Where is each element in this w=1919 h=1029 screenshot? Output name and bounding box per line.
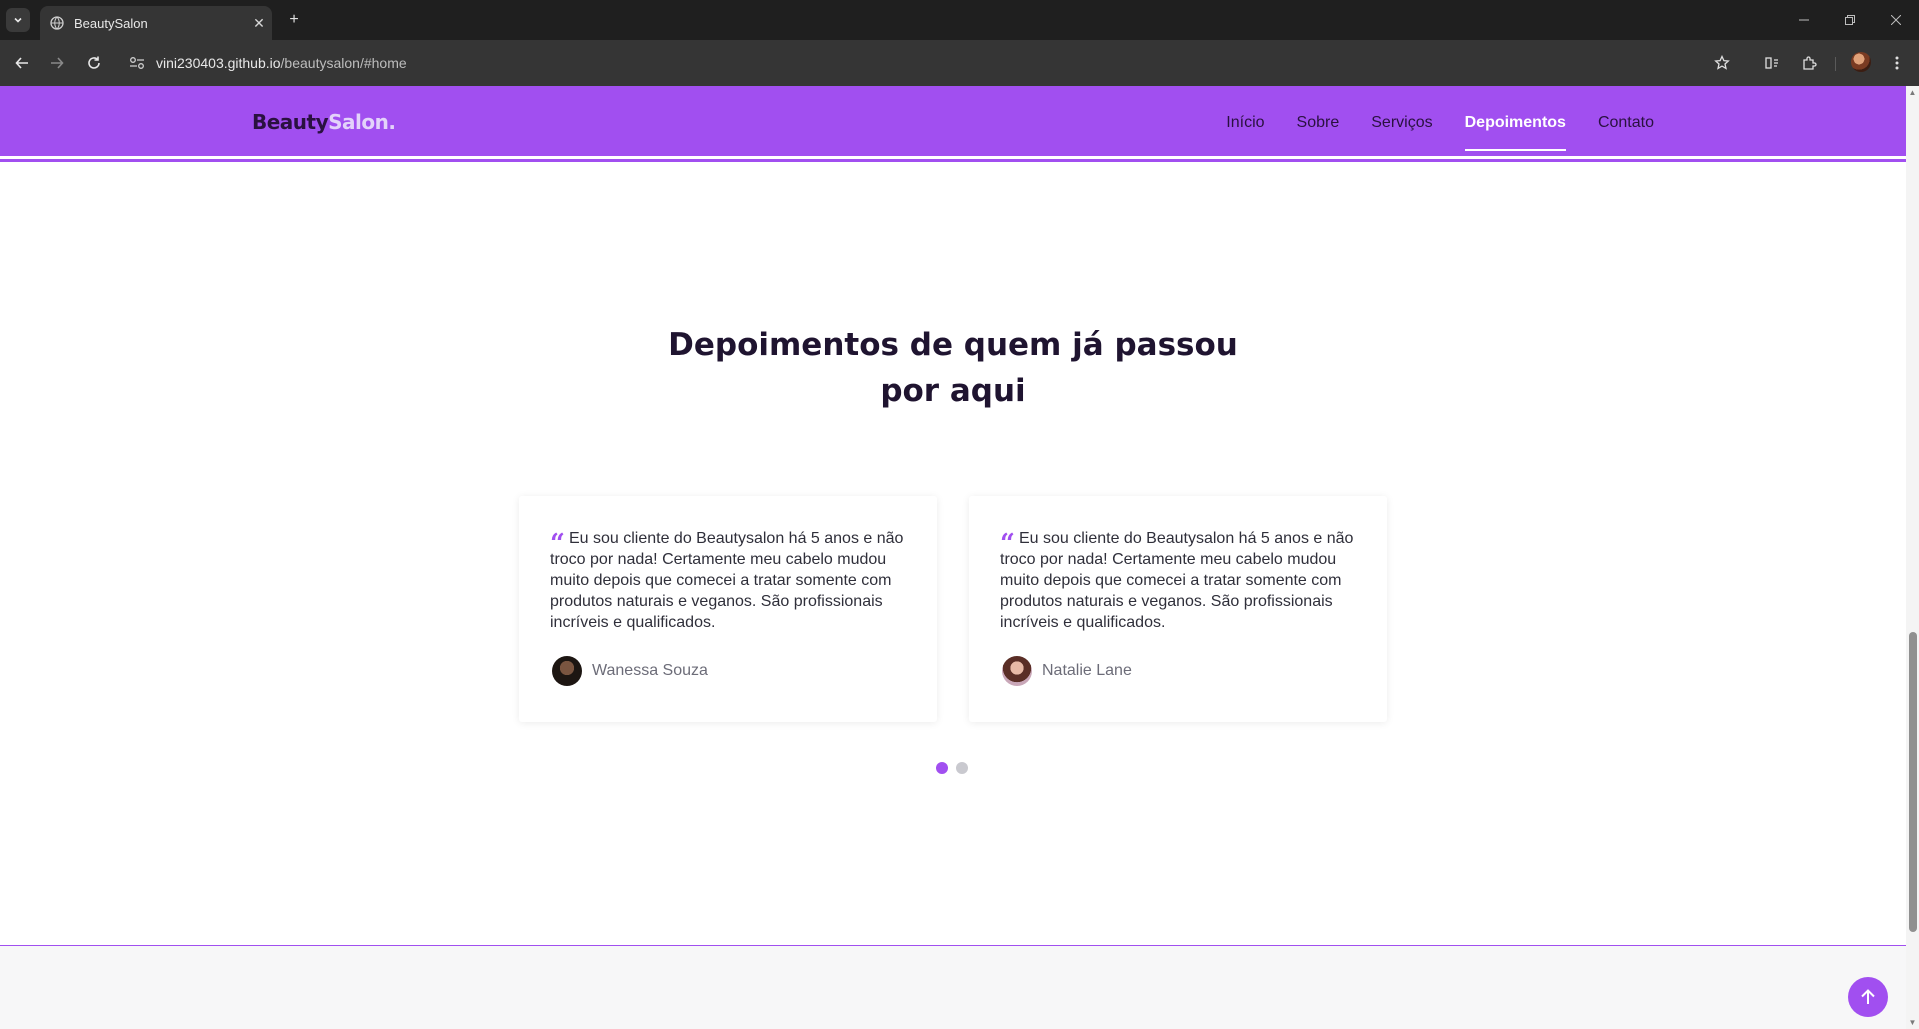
address-bar[interactable]: vini230403.github.io/beautysalon/#home — [120, 46, 1770, 80]
url-text: vini230403.github.io/beautysalon/#home — [156, 55, 407, 71]
browser-toolbar: vini230403.github.io/beautysalon/#home — [0, 40, 1919, 86]
forward-arrow-icon[interactable] — [45, 51, 69, 75]
window-controls — [1781, 0, 1919, 40]
extensions-puzzle-icon[interactable] — [1797, 51, 1821, 75]
profile-avatar[interactable] — [1851, 52, 1871, 72]
carousel-pagination — [936, 762, 968, 774]
tab-search-chevron-icon[interactable] — [6, 8, 30, 32]
restore-icon[interactable] — [1827, 0, 1873, 40]
testimonials-title-line-1: Depoimentos de quem já passou — [668, 327, 1238, 363]
testimonials-title: Depoimentos de quem já passou por aqui — [0, 322, 1906, 414]
logo-text-beauty: Beauty — [252, 110, 329, 134]
back-to-top-button[interactable] — [1848, 977, 1888, 1017]
url-path: /beautysalon/#home — [280, 55, 407, 71]
main-nav: Início Sobre Serviços Depoimentos Contat… — [1226, 86, 1654, 159]
testimonials-title-line-2: por aqui — [880, 373, 1026, 409]
testimonial-text: “Eu sou cliente do Beautysalon há 5 anos… — [550, 528, 906, 633]
logo-text-salon: Salon. — [328, 110, 396, 134]
scroll-down-arrow-icon[interactable]: ▼ — [1908, 1018, 1917, 1027]
testimonial-card: “Eu sou cliente do Beautysalon há 5 anos… — [519, 496, 937, 722]
site-header: BeautySalon. Início Sobre Serviços Depoi… — [0, 86, 1906, 159]
new-tab-button[interactable]: + — [282, 8, 306, 32]
bookmark-star-icon[interactable] — [1710, 51, 1734, 75]
arrow-up-icon — [1861, 989, 1875, 1004]
page-viewport: BeautySalon. Início Sobre Serviços Depoi… — [0, 86, 1906, 1029]
back-arrow-icon[interactable] — [10, 51, 34, 75]
author-name: Natalie Lane — [1042, 662, 1132, 679]
browser-tab-bar: BeautySalon ✕ + — [0, 0, 1919, 40]
page-scrollbar[interactable]: ▲ ▼ — [1906, 86, 1919, 1029]
scrollbar-thumb[interactable] — [1909, 632, 1917, 932]
testimonial-text: “Eu sou cliente do Beautysalon há 5 anos… — [1000, 528, 1356, 633]
browser-tab[interactable]: BeautySalon ✕ — [40, 6, 272, 40]
site-logo[interactable]: BeautySalon. — [252, 110, 396, 134]
testimonial-author: Wanessa Souza — [552, 656, 708, 686]
nav-link-contato[interactable]: Contato — [1598, 86, 1654, 159]
toolbar-divider — [1835, 57, 1836, 71]
avatar — [552, 656, 582, 686]
nav-link-depoimentos[interactable]: Depoimentos — [1464, 86, 1567, 159]
tab-title: BeautySalon — [74, 15, 148, 31]
nav-link-inicio[interactable]: Início — [1226, 86, 1264, 159]
avatar — [1002, 656, 1032, 686]
testimonial-card: “Eu sou cliente do Beautysalon há 5 anos… — [969, 496, 1387, 722]
carousel-dot-1[interactable] — [936, 762, 948, 774]
reading-mode-icon[interactable] — [1760, 51, 1784, 75]
next-section — [0, 945, 1906, 1029]
testimonial-body: Eu sou cliente do Beautysalon há 5 anos … — [1000, 530, 1354, 631]
globe-icon — [50, 16, 64, 30]
testimonial-body: Eu sou cliente do Beautysalon há 5 anos … — [550, 530, 904, 631]
author-name: Wanessa Souza — [592, 662, 708, 679]
minimize-icon[interactable] — [1781, 0, 1827, 40]
scroll-up-arrow-icon[interactable]: ▲ — [1908, 88, 1917, 97]
testimonial-author: Natalie Lane — [1002, 656, 1132, 686]
nav-link-sobre[interactable]: Sobre — [1297, 86, 1340, 159]
site-settings-icon[interactable] — [129, 56, 145, 70]
close-window-icon[interactable] — [1873, 0, 1919, 40]
tab-close-icon[interactable]: ✕ — [246, 15, 272, 32]
carousel-dot-2[interactable] — [956, 762, 968, 774]
nav-link-servicos[interactable]: Serviços — [1371, 86, 1432, 159]
browser-menu-icon[interactable] — [1885, 51, 1909, 75]
reload-icon[interactable] — [82, 51, 106, 75]
url-host: vini230403.github.io — [156, 55, 281, 71]
